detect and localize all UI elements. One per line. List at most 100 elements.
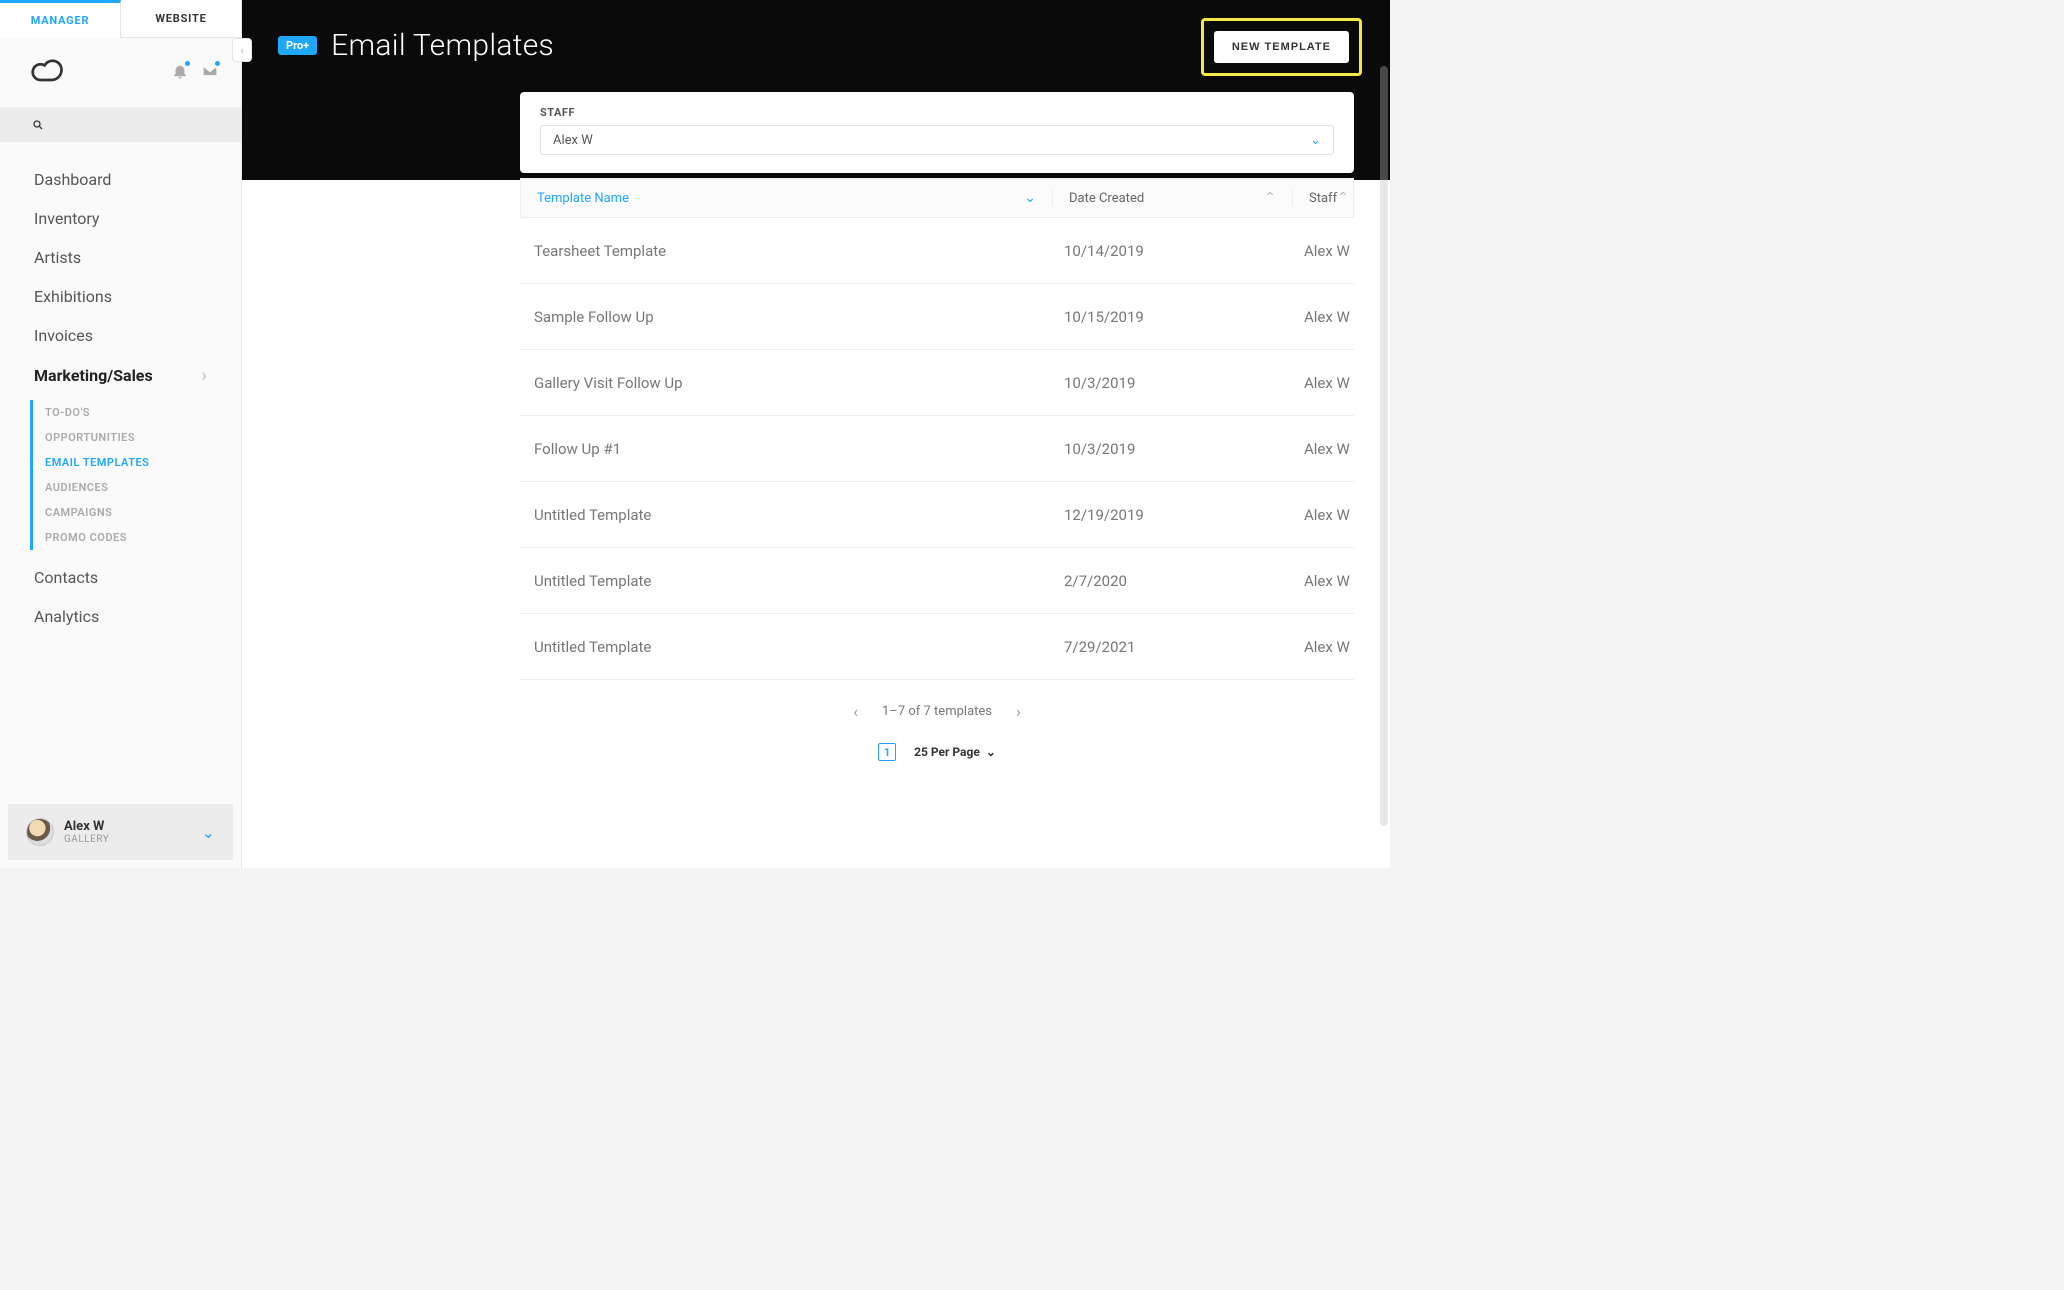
col-template-name[interactable]: Template Name ⌄ [521, 190, 1053, 206]
cell-staff: Alex W [1292, 242, 1354, 260]
cell-staff: Alex W [1292, 374, 1354, 392]
table-row[interactable]: Follow Up #110/3/2019Alex W [520, 416, 1354, 482]
table-row[interactable]: Gallery Visit Follow Up10/3/2019Alex W [520, 350, 1354, 416]
cell-date: 10/3/2019 [1052, 440, 1292, 458]
col-date-created[interactable]: Date Created ⌃ [1053, 190, 1293, 206]
sidebar-item-dashboard[interactable]: Dashboard [0, 160, 241, 199]
cell-name: Sample Follow Up [520, 308, 1052, 326]
sidebar-item-contacts[interactable]: Contacts [0, 558, 241, 597]
new-template-button[interactable]: NEW TEMPLATE [1214, 31, 1349, 63]
page-number-1[interactable]: 1 [878, 743, 896, 761]
page-title: Email Templates [331, 28, 554, 63]
cell-name: Gallery Visit Follow Up [520, 374, 1052, 392]
cell-staff: Alex W [1292, 506, 1354, 524]
sidebar-subitem-audiences[interactable]: AUDIENCES [33, 475, 241, 500]
table-row[interactable]: Tearsheet Template10/14/2019Alex W [520, 218, 1354, 284]
sidebar-subnav: TO-DO'SOPPORTUNITIESEMAIL TEMPLATESAUDIE… [30, 400, 241, 550]
chevron-right-icon: › [202, 365, 207, 386]
col-date-created-label: Date Created [1069, 191, 1144, 206]
sidebar-item-label: Dashboard [34, 170, 111, 189]
cell-date: 7/29/2021 [1052, 638, 1292, 656]
user-info: Alex W GALLERY [64, 819, 192, 845]
table-body: Tearsheet Template10/14/2019Alex WSample… [520, 218, 1354, 680]
staff-select-value: Alex W [553, 133, 593, 148]
sidebar-search-button[interactable] [0, 108, 241, 142]
sidebar-item-inventory[interactable]: Inventory [0, 199, 241, 238]
pro-badge: Pro+ [278, 36, 317, 55]
sidebar-item-label: Exhibitions [34, 287, 112, 306]
sidebar-subitem-email-templates[interactable]: EMAIL TEMPLATES [33, 450, 241, 475]
sidebar-collapse-toggle[interactable]: ‹ [232, 38, 252, 62]
new-template-highlight: NEW TEMPLATE [1201, 18, 1362, 76]
scrollbar[interactable] [1380, 66, 1388, 826]
tab-website[interactable]: WEBSITE [121, 0, 241, 38]
cell-date: 2/7/2020 [1052, 572, 1292, 590]
cell-staff: Alex W [1292, 308, 1354, 326]
sidebar-item-label: Inventory [34, 209, 100, 228]
cell-name: Untitled Template [520, 638, 1052, 656]
cell-staff: Alex W [1292, 572, 1354, 590]
cell-date: 10/3/2019 [1052, 374, 1292, 392]
chevron-down-icon: ⌄ [986, 745, 996, 759]
col-template-name-label: Template Name [537, 191, 629, 206]
next-page-button[interactable]: › [1016, 702, 1021, 721]
sidebar-item-label: Analytics [34, 607, 99, 626]
table-row[interactable]: Untitled Template12/19/2019Alex W [520, 482, 1354, 548]
cell-name: Tearsheet Template [520, 242, 1052, 260]
sidebar-item-exhibitions[interactable]: Exhibitions [0, 277, 241, 316]
table-row[interactable]: Untitled Template7/29/2021Alex W [520, 614, 1354, 680]
sidebar-item-artists[interactable]: Artists [0, 238, 241, 277]
sidebar-item-invoices[interactable]: Invoices [0, 316, 241, 355]
cell-name: Untitled Template [520, 572, 1052, 590]
sidebar-item-label: Contacts [34, 568, 98, 587]
col-staff-label: Staff [1309, 191, 1337, 206]
logo-row [0, 38, 241, 108]
chevron-down-icon: ⌄ [1310, 133, 1321, 148]
notification-dot [214, 60, 221, 67]
cell-staff: Alex W [1292, 440, 1354, 458]
cell-name: Untitled Template [520, 506, 1052, 524]
sidebar-subitem-opportunities[interactable]: OPPORTUNITIES [33, 425, 241, 450]
bell-icon[interactable] [171, 62, 189, 84]
sidebar-item-marketing-sales[interactable]: Marketing/Sales› [0, 355, 241, 396]
table-header: Template Name ⌄ Date Created ⌃ Staff ⌃ [520, 178, 1354, 218]
primary-nav: Dashboard Inventory Artists Exhibitions Invo… [0, 142, 241, 804]
user-footer[interactable]: Alex W GALLERY ⌄ [8, 804, 233, 860]
sidebar-item-label: Invoices [34, 326, 93, 345]
cell-date: 10/14/2019 [1052, 242, 1292, 260]
sidebar-subitem-to-do-s[interactable]: TO-DO'S [33, 400, 241, 425]
avatar [26, 818, 54, 846]
table-row[interactable]: Untitled Template2/7/2020Alex W [520, 548, 1354, 614]
sidebar-tabs: MANAGER WEBSITE [0, 0, 241, 38]
search-icon [32, 116, 44, 135]
chevron-down-icon: ⌄ [202, 823, 215, 842]
sidebar-subitem-campaigns[interactable]: CAMPAIGNS [33, 500, 241, 525]
main-area: Pro+ Email Templates NEW TEMPLATE STAFF … [242, 0, 1390, 868]
cloud-logo-icon [30, 53, 66, 93]
pagination: ‹ 1–7 of 7 templates › 1 25 Per Page ⌄ [520, 680, 1354, 769]
templates-table: Template Name ⌄ Date Created ⌃ Staff ⌃ T… [520, 178, 1354, 868]
sidebar-subitem-promo-codes[interactable]: PROMO CODES [33, 525, 241, 550]
filter-label: STAFF [540, 106, 1334, 119]
prev-page-button[interactable]: ‹ [853, 702, 858, 721]
sidebar: MANAGER WEBSITE ‹ Dashboard Inventory Arti… [0, 0, 242, 868]
cell-name: Follow Up #1 [520, 440, 1052, 458]
filter-card: STAFF Alex W ⌄ [520, 92, 1354, 173]
cell-date: 10/15/2019 [1052, 308, 1292, 326]
table-row[interactable]: Sample Follow Up10/15/2019Alex W [520, 284, 1354, 350]
sort-asc-icon: ⌃ [1337, 190, 1349, 206]
pagination-range: 1–7 of 7 templates [882, 704, 992, 719]
mail-icon[interactable] [201, 62, 219, 84]
tab-manager[interactable]: MANAGER [0, 0, 121, 38]
chevron-left-icon: ‹ [240, 44, 243, 57]
per-page-select[interactable]: 25 Per Page ⌄ [914, 745, 996, 759]
notification-dot [184, 60, 191, 67]
sidebar-item-label: Artists [34, 248, 81, 267]
user-name: Alex W [64, 819, 192, 834]
col-staff[interactable]: Staff ⌃ [1293, 190, 1354, 206]
per-page-label: 25 Per Page [914, 745, 980, 759]
cell-staff: Alex W [1292, 638, 1354, 656]
sort-asc-icon: ⌃ [1264, 190, 1276, 206]
sidebar-item-analytics[interactable]: Analytics [0, 597, 241, 636]
staff-select[interactable]: Alex W ⌄ [540, 125, 1334, 155]
